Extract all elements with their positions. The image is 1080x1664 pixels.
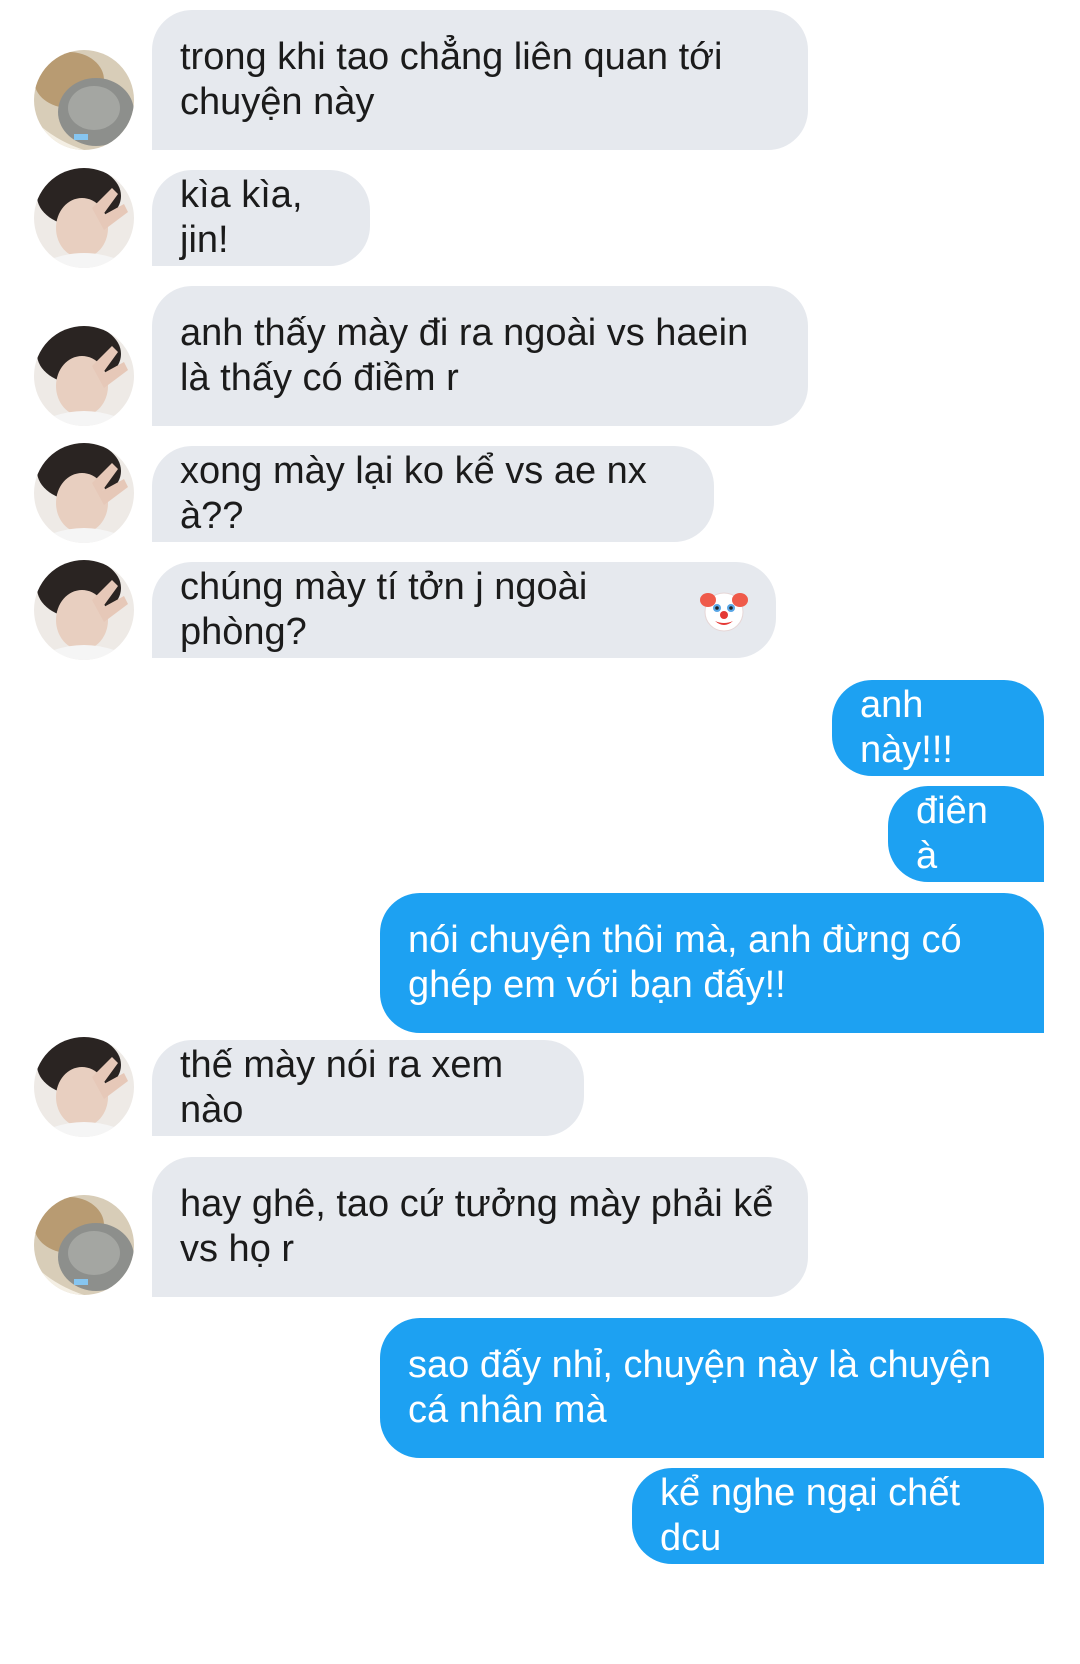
chat-thread: trong khi tao chẳng liên quan tới chuyện…	[0, 0, 1080, 1664]
avatar-jin[interactable]	[34, 1195, 134, 1295]
message-bubble-incoming[interactable]: anh thấy mày đi ra ngoài vs haein là thấ…	[152, 286, 808, 426]
message-text: xong mày lại ko kể vs ae nx à??	[180, 450, 647, 537]
message-text: trong khi tao chẳng liên quan tới chuyện…	[180, 36, 723, 123]
message-text: kìa kìa, jin!	[180, 174, 303, 261]
message-bubble-incoming[interactable]: thế mày nói ra xem nào	[152, 1040, 584, 1136]
message-bubble-outgoing[interactable]: điên à	[888, 786, 1044, 882]
clown-face-icon	[700, 586, 748, 634]
message-text: điên à	[916, 790, 988, 877]
message-bubble-outgoing[interactable]: sao đấy nhỉ, chuyện này là chuyện cá nhâ…	[380, 1318, 1044, 1458]
message-bubble-incoming[interactable]: trong khi tao chẳng liên quan tới chuyện…	[152, 10, 808, 150]
avatar-friend[interactable]	[34, 326, 134, 426]
message-bubble-incoming[interactable]: kìa kìa, jin!	[152, 170, 370, 266]
message-bubble-outgoing[interactable]: anh này!!!	[832, 680, 1044, 776]
avatar-friend[interactable]	[34, 1037, 134, 1137]
message-bubble-outgoing[interactable]: nói chuyện thôi mà, anh đừng có ghép em …	[380, 893, 1044, 1033]
message-bubble-incoming[interactable]: hay ghê, tao cứ tưởng mày phải kể vs họ …	[152, 1157, 808, 1297]
message-text: anh này!!!	[860, 684, 953, 771]
message-text: anh thấy mày đi ra ngoài vs haein là thấ…	[180, 312, 749, 399]
message-bubble-outgoing[interactable]: kể nghe ngại chết dcu	[632, 1468, 1044, 1564]
message-text: thế mày nói ra xem nào	[180, 1044, 504, 1131]
message-bubble-incoming[interactable]: chúng mày tí tởn j ngoài phòng?	[152, 562, 776, 658]
message-text: kể nghe ngại chết dcu	[660, 1472, 961, 1559]
avatar-jin[interactable]	[34, 50, 134, 150]
message-text: chúng mày tí tởn j ngoài phòng?	[180, 566, 588, 653]
message-text: sao đấy nhỉ, chuyện này là chuyện cá nhâ…	[408, 1344, 992, 1431]
message-bubble-incoming[interactable]: xong mày lại ko kể vs ae nx à??	[152, 446, 714, 542]
avatar-friend[interactable]	[34, 168, 134, 268]
message-text: hay ghê, tao cứ tưởng mày phải kể vs họ …	[180, 1183, 774, 1270]
avatar-friend[interactable]	[34, 443, 134, 543]
message-text: nói chuyện thôi mà, anh đừng có ghép em …	[408, 919, 962, 1006]
avatar-friend[interactable]	[34, 560, 134, 660]
